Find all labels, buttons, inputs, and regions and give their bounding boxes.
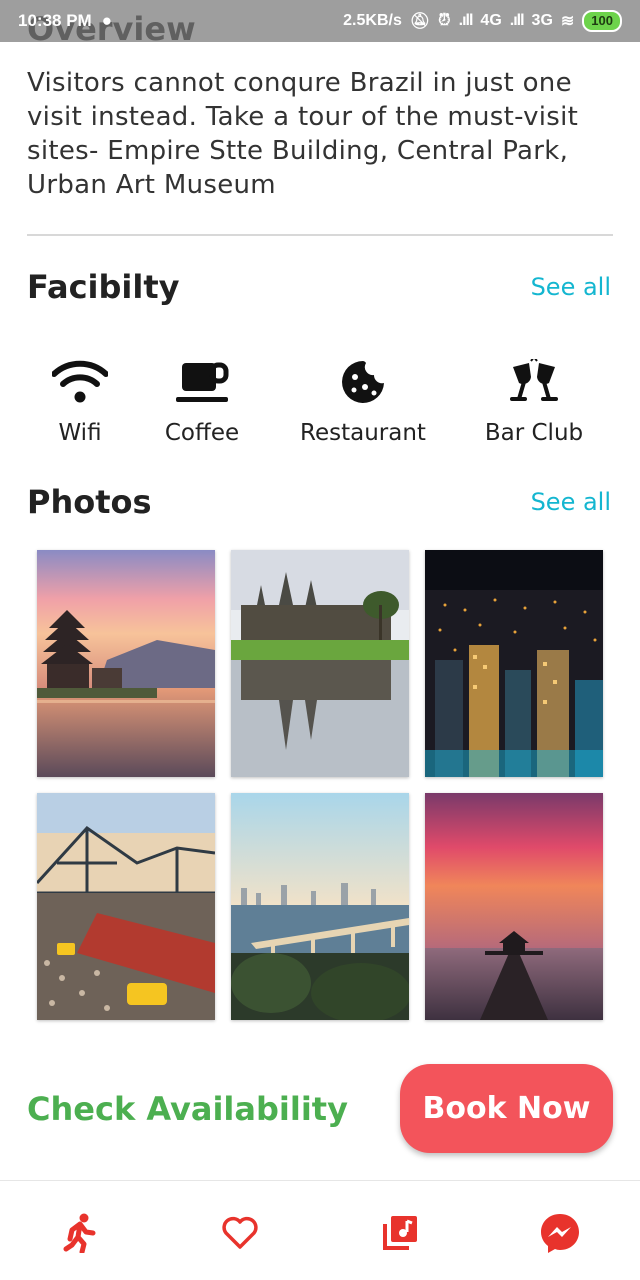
battery-indicator: 100 [582, 10, 622, 32]
photos-title: Photos [27, 483, 152, 521]
messenger-icon[interactable] [538, 1211, 582, 1255]
book-now-button[interactable]: Book Now [400, 1064, 613, 1153]
check-availability-link[interactable]: Check Availability [27, 1090, 348, 1128]
wifi-status-icon: ≋ [560, 13, 575, 30]
glasses-icon [504, 356, 564, 408]
angkor-wat-photo[interactable] [231, 550, 409, 777]
network-3g: 3G [531, 12, 553, 29]
city-night-photo[interactable] [425, 550, 603, 777]
cookie-icon [333, 356, 393, 408]
network-4g: 4G [480, 12, 502, 29]
facility-label: Coffee [164, 420, 240, 446]
heart-icon[interactable] [218, 1211, 262, 1255]
facility-label: Wifi [58, 420, 102, 446]
bridge-street-photo[interactable] [37, 793, 215, 1020]
status-time: 10:38 PM [18, 11, 92, 30]
wifi-icon [50, 356, 110, 408]
walk-icon[interactable] [58, 1211, 102, 1255]
photos-see-all-link[interactable]: See all [531, 488, 611, 516]
overview-text: Visitors cannot conqure Brazil in just o… [27, 68, 579, 200]
music-library-icon[interactable] [378, 1211, 422, 1255]
facility-restaurant[interactable]: Restaurant [300, 356, 426, 446]
divider [27, 234, 613, 236]
signal-icon-2: .ıll [509, 12, 525, 29]
notification-icon: ● [101, 11, 112, 30]
facility-bar-club[interactable]: Bar Club [482, 356, 586, 446]
alarm-icon: ⏰︎ [438, 12, 451, 29]
signal-icon: .ıll [458, 12, 474, 29]
facility-label: Restaurant [300, 420, 426, 446]
coffee-icon [172, 356, 232, 408]
network-speed: 2.5KB/s [343, 12, 402, 29]
bottom-navigation [0, 1180, 640, 1280]
sea-link-photo[interactable] [231, 793, 409, 1020]
facility-wifi[interactable]: Wifi [50, 356, 110, 446]
facility-title: Facibilty [27, 268, 180, 306]
facility-label: Bar Club [484, 420, 584, 446]
pier-sunset-photo[interactable] [425, 793, 603, 1020]
status-bar: 10:38 PM ● 2.5KB/s 🔕︎ ⏰︎ .ıll 4G .ıll 3G… [0, 0, 640, 42]
temple-lake-photo[interactable] [37, 550, 215, 777]
mute-icon: 🔕︎ [409, 13, 431, 30]
facility-coffee[interactable]: Coffee [162, 356, 242, 446]
facility-see-all-link[interactable]: See all [531, 273, 611, 301]
